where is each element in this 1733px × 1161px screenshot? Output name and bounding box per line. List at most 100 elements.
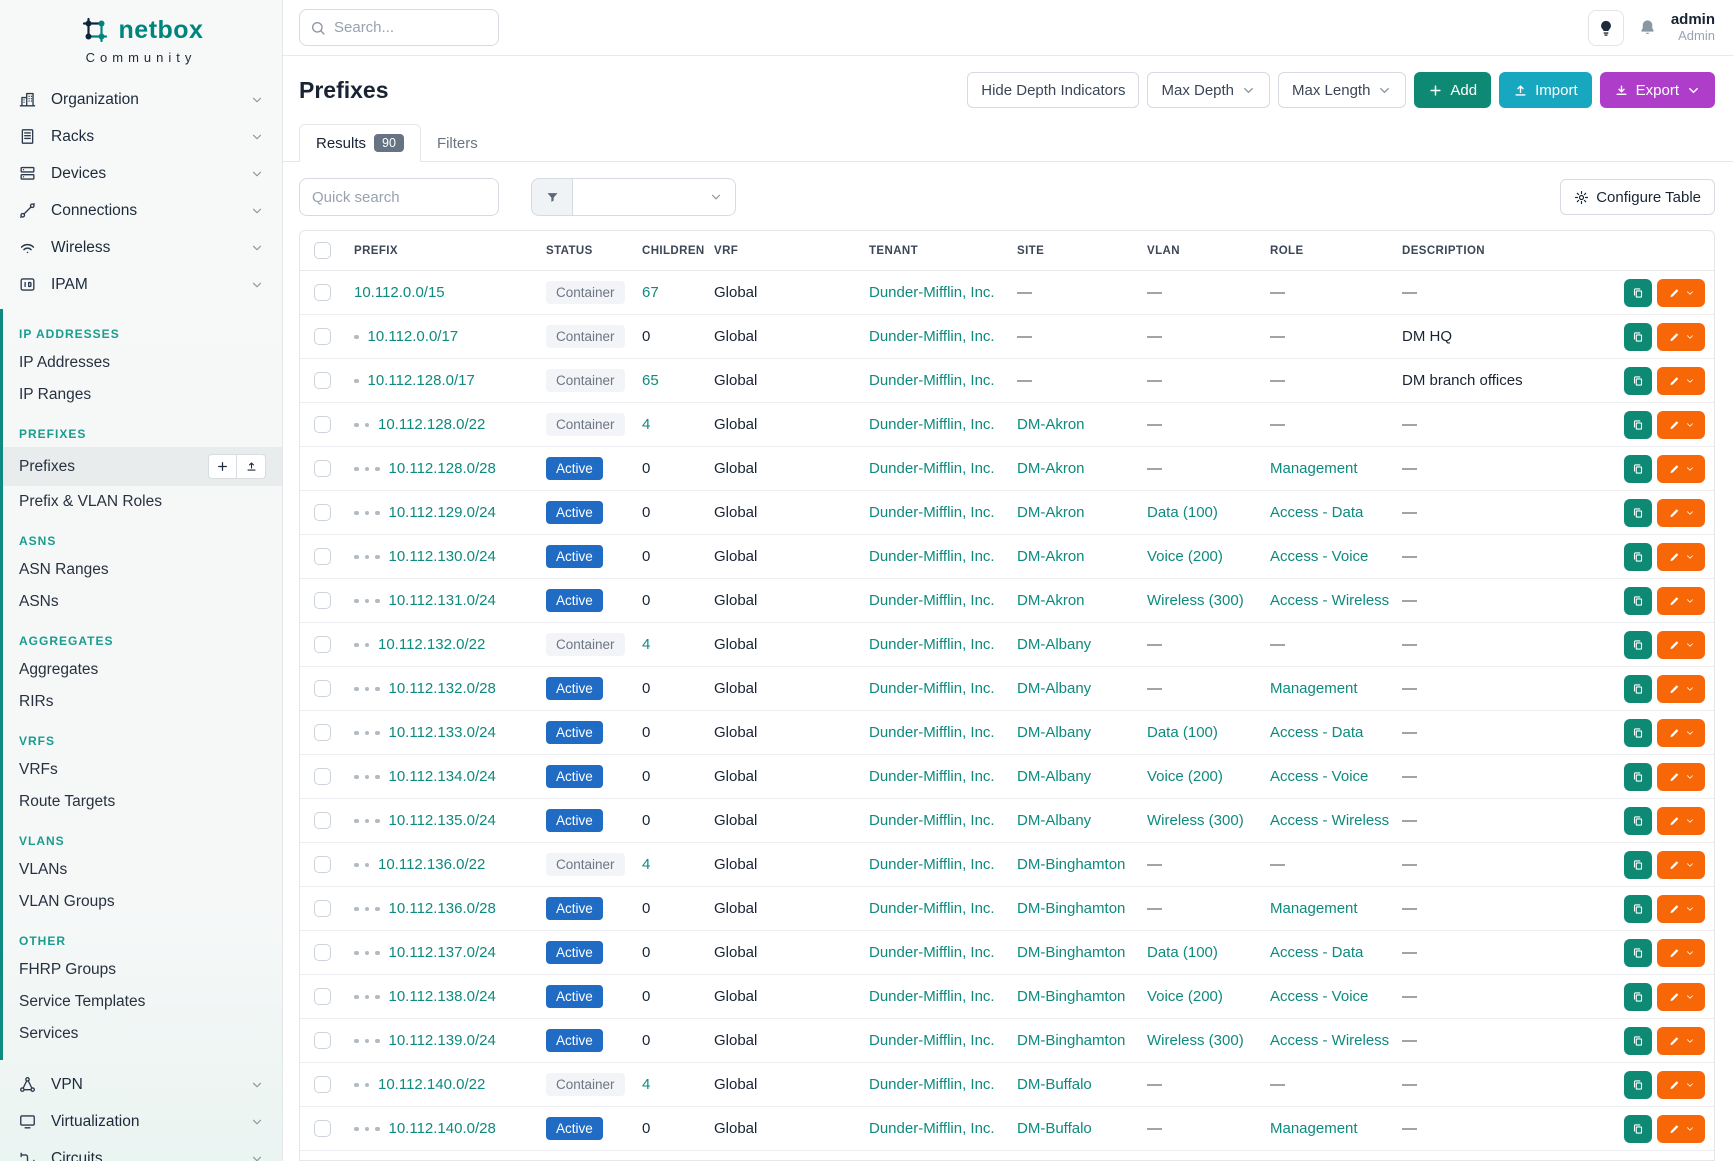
edit-button[interactable] [1657, 939, 1705, 967]
sidebar-item-vpn[interactable]: VPN [0, 1066, 282, 1103]
role-link[interactable]: Management [1270, 900, 1358, 917]
tenant-link[interactable]: Dunder-Mifflin, Inc. [869, 1032, 995, 1049]
clone-button[interactable] [1624, 719, 1652, 747]
vlan-link[interactable]: Wireless (300) [1147, 592, 1244, 609]
clone-button[interactable] [1624, 587, 1652, 615]
edit-button[interactable] [1657, 323, 1705, 351]
row-checkbox[interactable] [314, 548, 331, 565]
prefix-link[interactable]: 10.112.0.0/17 [368, 328, 459, 345]
tenant-link[interactable]: Dunder-Mifflin, Inc. [869, 328, 995, 345]
sidebar-item-service-templates[interactable]: Service Templates [3, 986, 282, 1018]
children-count-link[interactable]: 4 [642, 856, 650, 873]
row-checkbox[interactable] [314, 944, 331, 961]
sidebar-item-ip-addresses[interactable]: IP Addresses [3, 347, 282, 379]
tenant-link[interactable]: Dunder-Mifflin, Inc. [869, 944, 995, 961]
sidebar-item-aggregates[interactable]: Aggregates [3, 654, 282, 686]
clone-button[interactable] [1624, 675, 1652, 703]
row-checkbox[interactable] [314, 856, 331, 873]
sidebar-item-organization[interactable]: Organization [0, 81, 282, 118]
tenant-link[interactable]: Dunder-Mifflin, Inc. [869, 592, 995, 609]
row-checkbox[interactable] [314, 636, 331, 653]
sidebar-item-racks[interactable]: Racks [0, 118, 282, 155]
prefix-link[interactable]: 10.112.136.0/28 [389, 900, 496, 917]
tenant-link[interactable]: Dunder-Mifflin, Inc. [869, 1076, 995, 1093]
vlan-link[interactable]: Voice (200) [1147, 548, 1223, 565]
clone-button[interactable] [1624, 1027, 1652, 1055]
role-link[interactable]: Access - Data [1270, 724, 1363, 741]
clone-button[interactable] [1624, 455, 1652, 483]
tenant-link[interactable]: Dunder-Mifflin, Inc. [869, 812, 995, 829]
vlan-link[interactable]: Data (100) [1147, 944, 1218, 961]
tenant-link[interactable]: Dunder-Mifflin, Inc. [869, 504, 995, 521]
site-link[interactable]: DM-Buffalo [1017, 1076, 1092, 1093]
prefix-link[interactable]: 10.112.140.0/28 [389, 1120, 496, 1137]
prefix-link[interactable]: 10.112.0.0/15 [354, 284, 445, 301]
children-count-link[interactable]: 67 [642, 284, 659, 301]
row-checkbox[interactable] [314, 900, 331, 917]
sidebar-item-asn-ranges[interactable]: ASN Ranges [3, 554, 282, 586]
tenant-link[interactable]: Dunder-Mifflin, Inc. [869, 548, 995, 565]
edit-button[interactable] [1657, 1115, 1705, 1143]
sidebar-item-virtualization[interactable]: Virtualization [0, 1103, 282, 1140]
edit-button[interactable] [1657, 1027, 1705, 1055]
clone-button[interactable] [1624, 807, 1652, 835]
add-button[interactable]: Add [1414, 72, 1491, 108]
role-link[interactable]: Management [1270, 460, 1358, 477]
tenant-link[interactable]: Dunder-Mifflin, Inc. [869, 1120, 995, 1137]
quick-search-input[interactable] [299, 178, 499, 216]
row-checkbox[interactable] [314, 1076, 331, 1093]
saved-filter-select[interactable] [573, 178, 736, 216]
row-checkbox[interactable] [314, 328, 331, 345]
edit-button[interactable] [1657, 279, 1705, 307]
row-checkbox[interactable] [314, 1120, 331, 1137]
role-link[interactable]: Access - Voice [1270, 768, 1368, 785]
children-count-link[interactable]: 4 [642, 416, 650, 433]
vlan-link[interactable]: Data (100) [1147, 724, 1218, 741]
prefix-link[interactable]: 10.112.129.0/24 [389, 504, 496, 521]
search-input[interactable] [334, 19, 488, 36]
row-checkbox[interactable] [314, 1032, 331, 1049]
hide-depth-indicators-button[interactable]: Hide Depth Indicators [967, 72, 1139, 108]
select-all-checkbox[interactable] [314, 242, 331, 259]
role-link[interactable]: Management [1270, 680, 1358, 697]
role-link[interactable]: Access - Voice [1270, 548, 1368, 565]
edit-button[interactable] [1657, 367, 1705, 395]
site-link[interactable]: DM-Akron [1017, 592, 1085, 609]
role-link[interactable]: Access - Wireless [1270, 812, 1389, 829]
tenant-link[interactable]: Dunder-Mifflin, Inc. [869, 680, 995, 697]
clone-button[interactable] [1624, 1115, 1652, 1143]
clone-button[interactable] [1624, 323, 1652, 351]
edit-button[interactable] [1657, 499, 1705, 527]
sidebar-item-route-targets[interactable]: Route Targets [3, 786, 282, 818]
clone-button[interactable] [1624, 1071, 1652, 1099]
vlan-link[interactable]: Wireless (300) [1147, 1032, 1244, 1049]
tenant-link[interactable]: Dunder-Mifflin, Inc. [869, 460, 995, 477]
site-link[interactable]: DM-Albany [1017, 680, 1091, 697]
row-checkbox[interactable] [314, 284, 331, 301]
prefix-link[interactable]: 10.112.138.0/24 [389, 988, 496, 1005]
row-checkbox[interactable] [314, 724, 331, 741]
prefix-link[interactable]: 10.112.128.0/22 [378, 416, 485, 433]
sidebar-item-vlans[interactable]: VLANs [3, 854, 282, 886]
row-checkbox[interactable] [314, 812, 331, 829]
prefix-link[interactable]: 10.112.128.0/28 [389, 460, 496, 477]
vlan-link[interactable]: Voice (200) [1147, 768, 1223, 785]
clone-button[interactable] [1624, 939, 1652, 967]
role-link[interactable]: Access - Wireless [1270, 592, 1389, 609]
edit-button[interactable] [1657, 719, 1705, 747]
prefix-link[interactable]: 10.112.132.0/28 [389, 680, 496, 697]
tenant-link[interactable]: Dunder-Mifflin, Inc. [869, 768, 995, 785]
quick-add-button[interactable] [208, 454, 237, 479]
prefix-link[interactable]: 10.112.139.0/24 [389, 1032, 496, 1049]
clone-button[interactable] [1624, 631, 1652, 659]
edit-button[interactable] [1657, 675, 1705, 703]
tenant-link[interactable]: Dunder-Mifflin, Inc. [869, 856, 995, 873]
prefix-link[interactable]: 10.112.130.0/24 [389, 548, 496, 565]
role-link[interactable]: Access - Voice [1270, 988, 1368, 1005]
site-link[interactable]: DM-Binghamton [1017, 988, 1125, 1005]
tab-results[interactable]: Results90 [299, 124, 421, 162]
tenant-link[interactable]: Dunder-Mifflin, Inc. [869, 988, 995, 1005]
edit-button[interactable] [1657, 411, 1705, 439]
edit-button[interactable] [1657, 851, 1705, 879]
site-link[interactable]: DM-Akron [1017, 416, 1085, 433]
